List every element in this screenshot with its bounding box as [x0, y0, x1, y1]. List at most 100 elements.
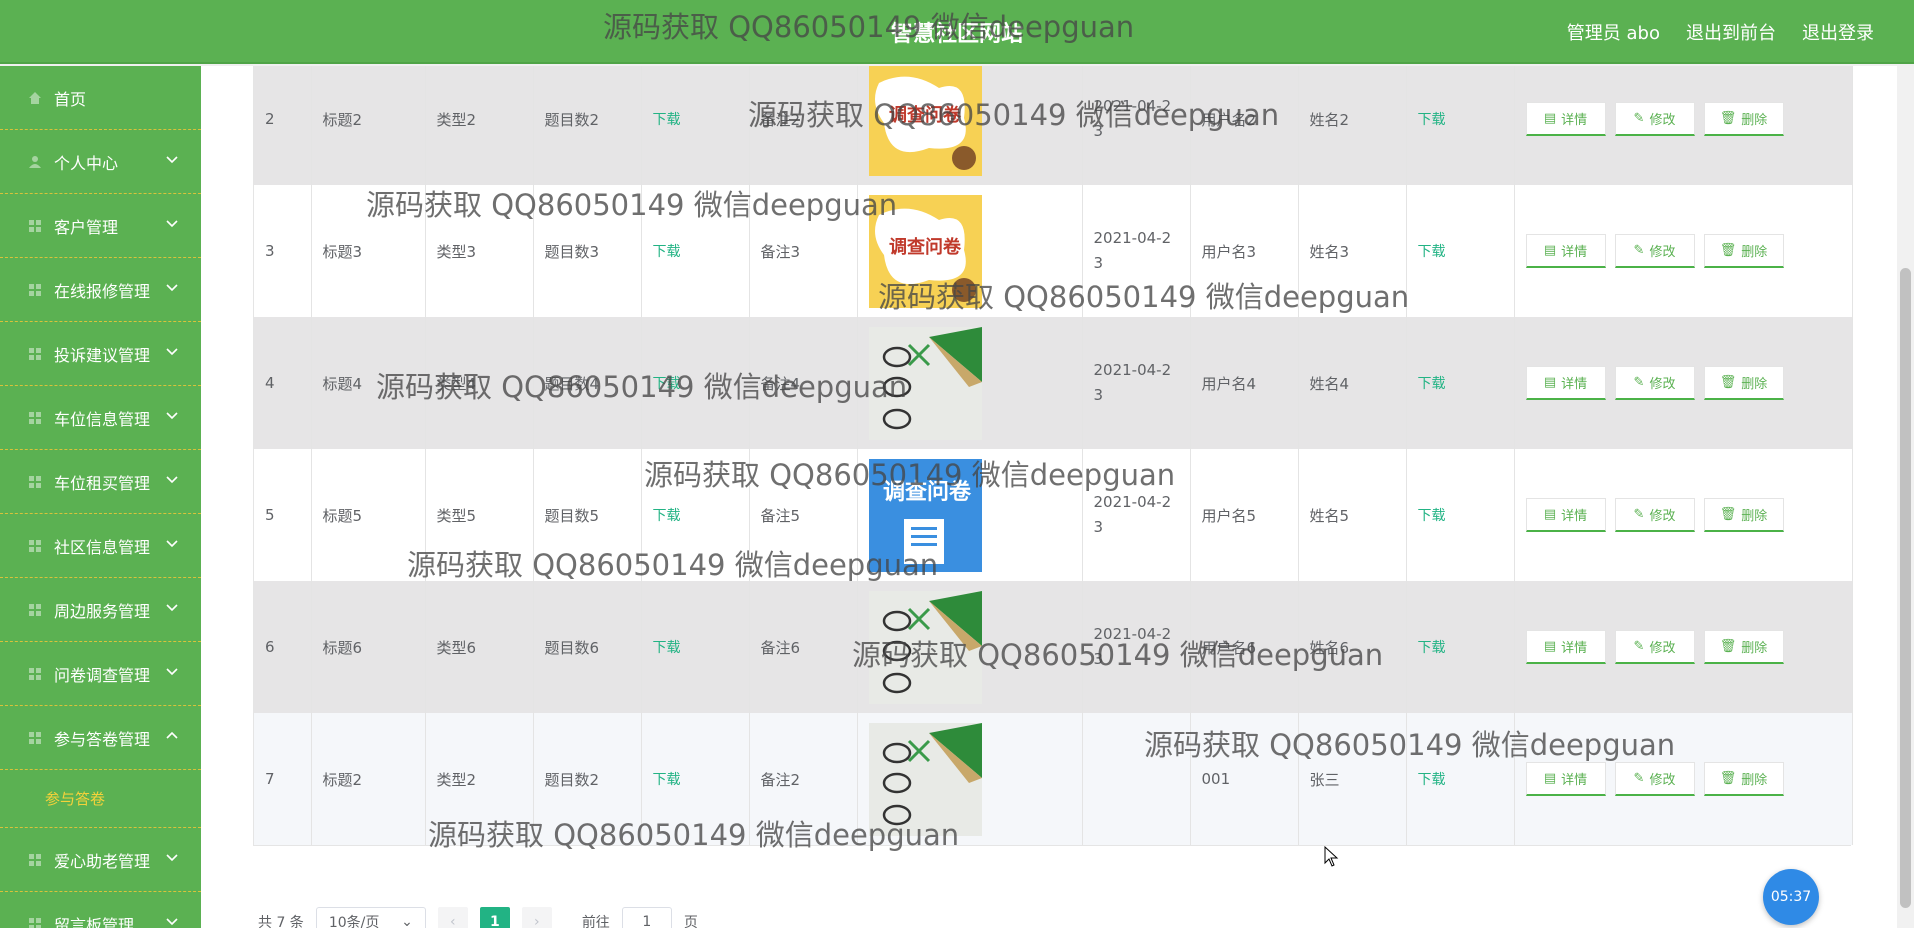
sidebar-item-5[interactable]: 车位信息管理 [0, 386, 201, 450]
delete-button[interactable]: 🗑 删除 [1703, 630, 1784, 664]
delete-button[interactable]: 🗑 删除 [1703, 366, 1784, 400]
sidebar-item-10[interactable]: 参与答卷管理 [0, 706, 201, 770]
pencil-icon: ✎ [1633, 639, 1645, 654]
next-page-button[interactable]: › [521, 907, 552, 928]
cell-username: 用户名6 [1190, 581, 1299, 713]
delete-button[interactable]: 🗑 删除 [1703, 102, 1784, 136]
detail-button[interactable]: ▤ 详情 [1525, 498, 1606, 532]
download-link[interactable]: 下载 [1418, 640, 1446, 656]
cell-type: 类型4 [425, 317, 534, 449]
document-icon: ▤ [1543, 639, 1557, 654]
edit-button[interactable]: ✎ 修改 [1614, 762, 1695, 796]
scrollbar-thumb[interactable] [1900, 268, 1911, 908]
table-row: 2 标题2 类型2 题目数2 下载 备注2 调查问卷 2021-04-2 3 用户名2 姓名2 下载 ▤… [254, 66, 1853, 185]
download-link[interactable]: 下载 [1418, 112, 1446, 128]
checklist-image [868, 722, 982, 836]
download-link[interactable]: 下载 [1418, 244, 1446, 260]
sidebar-item-label: 问卷调查管理 [54, 665, 151, 685]
cell-note: 备注2 [749, 66, 858, 185]
sidebar: 首页个人中心 客户管理 在线报修管理投诉建议管理 车位信息管理车位租买管理社区信息管理… [0, 66, 201, 928]
document-icon: ▤ [1543, 771, 1557, 786]
cell-date: 2021-04-2 3 [1082, 66, 1191, 185]
chevron-down-icon [166, 348, 178, 356]
timer-badge[interactable]: 05:37 [1763, 869, 1819, 925]
detail-button[interactable]: ▤ 详情 [1525, 366, 1606, 400]
sidebar-item-8[interactable]: 周边服务管理 [0, 578, 201, 642]
download-link[interactable]: 下载 [653, 508, 681, 524]
delete-button[interactable]: 🗑 删除 [1703, 234, 1784, 268]
sidebar-item-1[interactable]: 个人中心 [0, 130, 201, 194]
sidebar-item-label: 车位信息管理 [54, 409, 151, 429]
sidebar-item-2[interactable]: 客户管理 [0, 194, 201, 258]
delete-button[interactable]: 🗑 删除 [1703, 762, 1784, 796]
survey-yellow-image: 调查问卷 [868, 66, 982, 176]
edit-button-label: 修改 [1649, 245, 1676, 260]
sidebar-item-label: 首页 [54, 89, 87, 109]
sidebar-item-label: 投诉建议管理 [54, 345, 151, 365]
cell-title: 标题6 [311, 581, 426, 713]
cell-name: 姓名4 [1298, 317, 1407, 449]
chevron-down-icon [166, 540, 178, 548]
download-link[interactable]: 下载 [653, 376, 681, 392]
grid-icon [29, 283, 41, 296]
cell-image: 调查问卷 [857, 185, 1083, 317]
cell-date-line1: 2021-04-2 [1093, 97, 1172, 115]
chevron-down-icon [166, 220, 178, 228]
detail-button[interactable]: ▤ 详情 [1525, 762, 1606, 796]
exit-to-frontend-link[interactable]: 退出到前台 [1686, 19, 1776, 45]
trash-icon: 🗑 [1719, 111, 1737, 126]
sidebar-item-11[interactable]: 爱心助老管理 [0, 828, 201, 892]
page-size-select[interactable]: 10条/页 ⌄ [315, 907, 426, 928]
download-link[interactable]: 下载 [653, 244, 681, 260]
download-link[interactable]: 下载 [1418, 772, 1446, 788]
chevron-down-icon [166, 668, 178, 676]
detail-button[interactable]: ▤ 详情 [1525, 102, 1606, 136]
sidebar-item-3[interactable]: 在线报修管理 [0, 258, 201, 322]
sidebar-item-0[interactable]: 首页 [0, 66, 201, 130]
admin-user-link[interactable]: 管理员 abo [1567, 19, 1660, 45]
cell-type: 类型3 [425, 185, 534, 317]
document-icon: ▤ [1543, 243, 1557, 258]
cell-date-line2: 3 [1093, 122, 1104, 140]
sidebar-item-12[interactable]: 留言板管理 [0, 892, 201, 928]
trash-icon: 🗑 [1719, 375, 1737, 390]
grid-icon [29, 667, 41, 680]
prev-page-button[interactable]: ‹ [437, 907, 468, 928]
download-link[interactable]: 下载 [1418, 508, 1446, 524]
detail-button[interactable]: ▤ 详情 [1525, 630, 1606, 664]
sidebar-subitem-active[interactable]: 参与答卷 [0, 770, 201, 828]
table-row: 7 标题2 类型2 题目数2 下载 备注2 001 张三 下载 ▤ 详情 ✎ 修改 🗑 删除 [254, 713, 1853, 845]
pencil-icon: ✎ [1633, 375, 1645, 390]
cell-date: 2021-04-2 3 [1082, 185, 1191, 317]
delete-button[interactable]: 🗑 删除 [1703, 498, 1784, 532]
edit-button[interactable]: ✎ 修改 [1614, 498, 1695, 532]
sidebar-item-7[interactable]: 社区信息管理 [0, 514, 201, 578]
edit-button[interactable]: ✎ 修改 [1614, 630, 1695, 664]
sidebar-item-4[interactable]: 投诉建议管理 [0, 322, 201, 386]
cell-index: 7 [254, 713, 312, 845]
download-link[interactable]: 下载 [653, 772, 681, 788]
edit-button[interactable]: ✎ 修改 [1614, 102, 1695, 136]
cell-note: 备注2 [749, 713, 858, 845]
cell-question-count: 题目数2 [533, 713, 642, 845]
download-link[interactable]: 下载 [653, 112, 681, 128]
grid-icon [29, 219, 41, 232]
goto-page-input[interactable]: 1 [621, 907, 672, 928]
logout-link[interactable]: 退出登录 [1802, 19, 1874, 45]
chevron-down-icon: ⌄ [401, 914, 413, 928]
edit-button-label: 修改 [1649, 773, 1676, 788]
download-link[interactable]: 下载 [1418, 376, 1446, 392]
sidebar-item-6[interactable]: 车位租买管理 [0, 450, 201, 514]
document-icon: ▤ [1543, 507, 1557, 522]
page-size-value: 10条/页 [328, 915, 380, 928]
download-link[interactable]: 下载 [653, 640, 681, 656]
sidebar-item-label: 社区信息管理 [54, 537, 151, 557]
edit-button[interactable]: ✎ 修改 [1614, 366, 1695, 400]
chevron-down-icon [166, 156, 178, 164]
cell-name: 姓名2 [1298, 66, 1407, 185]
page-number-current[interactable]: 1 [479, 907, 510, 928]
detail-button[interactable]: ▤ 详情 [1525, 234, 1606, 268]
edit-button[interactable]: ✎ 修改 [1614, 234, 1695, 268]
cell-username: 用户名5 [1190, 449, 1299, 581]
sidebar-item-9[interactable]: 问卷调查管理 [0, 642, 201, 706]
